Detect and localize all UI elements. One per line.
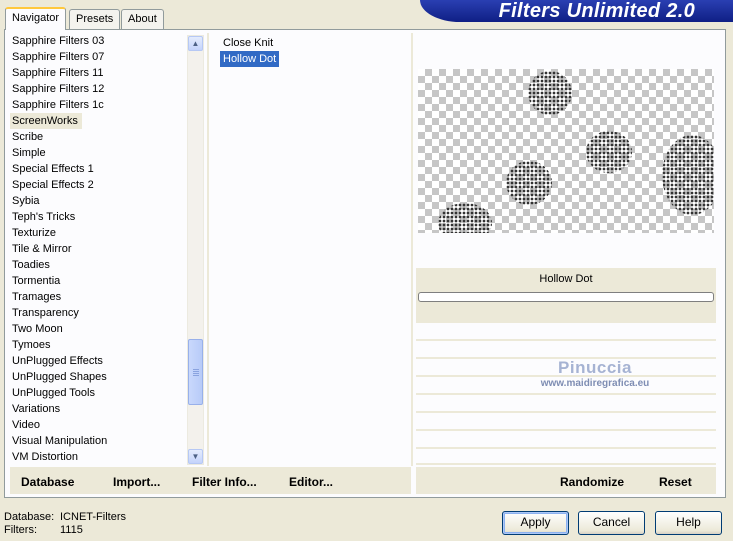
import-button[interactable]: Import... bbox=[113, 475, 160, 489]
category-item[interactable]: Special Effects 1 bbox=[10, 161, 94, 177]
param-row bbox=[416, 360, 716, 377]
filter-info-button[interactable]: Filter Info... bbox=[192, 475, 257, 489]
category-item[interactable]: Sapphire Filters 12 bbox=[10, 81, 104, 97]
category-item[interactable]: Simple bbox=[10, 145, 46, 161]
category-item[interactable]: Sapphire Filters 03 bbox=[10, 33, 104, 49]
category-list[interactable]: Sapphire Filters 03 Sapphire Filters 07 Sa… bbox=[10, 33, 186, 466]
category-item[interactable]: Two Moon bbox=[10, 321, 63, 337]
filters-count-value: 1115 bbox=[60, 524, 83, 536]
tab-navigator[interactable]: Navigator bbox=[5, 7, 67, 30]
category-item[interactable]: Teph's Tricks bbox=[10, 209, 75, 225]
apply-button[interactable]: Apply bbox=[502, 511, 569, 535]
category-item[interactable]: Toadies bbox=[10, 257, 50, 273]
param-row bbox=[416, 324, 716, 341]
category-item[interactable]: Tramages bbox=[10, 289, 61, 305]
param-row bbox=[416, 396, 716, 413]
database-label: Database: bbox=[4, 511, 55, 523]
filter-item[interactable]: Hollow Dot bbox=[220, 51, 280, 67]
category-item[interactable]: Tormentia bbox=[10, 273, 60, 289]
database-value: ICNET-Filters bbox=[60, 511, 126, 523]
param-row bbox=[416, 450, 716, 465]
scroll-up-button[interactable]: ▲ bbox=[188, 36, 203, 51]
category-item[interactable]: Video bbox=[10, 417, 40, 433]
left-toolbar: Database Import... Filter Info... Editor… bbox=[10, 467, 411, 494]
preview-filter-name: Hollow Dot bbox=[539, 273, 593, 285]
category-item[interactable]: Tymoes bbox=[10, 337, 51, 353]
category-item[interactable]: UnPlugged Tools bbox=[10, 385, 95, 401]
editor-button[interactable]: Editor... bbox=[289, 475, 333, 489]
category-scrollbar[interactable]: ▲ ▼ bbox=[187, 35, 204, 465]
preview-area bbox=[416, 35, 716, 265]
category-item[interactable]: UnPlugged Effects bbox=[10, 353, 103, 369]
scroll-down-button[interactable]: ▼ bbox=[188, 449, 203, 464]
category-item[interactable]: Tile & Mirror bbox=[10, 241, 71, 257]
database-button[interactable]: Database bbox=[21, 475, 74, 489]
filter-list[interactable]: Close Knit Hollow Dot bbox=[220, 35, 370, 67]
chevron-down-icon: ▼ bbox=[191, 452, 200, 461]
category-item[interactable]: ScreenWorks bbox=[10, 113, 82, 129]
param-row bbox=[416, 432, 716, 449]
app-banner: Filters Unlimited 2.0 bbox=[420, 0, 733, 22]
category-item[interactable]: Sapphire Filters 11 bbox=[10, 65, 104, 81]
param-row bbox=[416, 378, 716, 395]
divider bbox=[411, 33, 413, 466]
param-row bbox=[416, 342, 716, 359]
scroll-thumb[interactable] bbox=[188, 339, 203, 406]
category-item[interactable]: Sapphire Filters 07 bbox=[10, 49, 104, 65]
category-item[interactable]: UnPlugged Shapes bbox=[10, 369, 107, 385]
filter-name-bar: Hollow Dot bbox=[416, 268, 716, 323]
filters-count-label: Filters: bbox=[4, 524, 37, 536]
cancel-button[interactable]: Cancel bbox=[578, 511, 645, 535]
preview-image bbox=[418, 69, 714, 233]
tab-about[interactable]: About bbox=[121, 9, 164, 29]
app-title: Filters Unlimited 2.0 bbox=[498, 0, 695, 22]
randomize-button[interactable]: Randomize bbox=[560, 475, 624, 489]
filter-item[interactable]: Close Knit bbox=[220, 35, 276, 51]
category-item[interactable]: Scribe bbox=[10, 129, 43, 145]
param-row bbox=[416, 414, 716, 431]
help-button[interactable]: Help bbox=[655, 511, 722, 535]
tab-presets[interactable]: Presets bbox=[69, 9, 121, 29]
category-item[interactable]: Visual Manipulation bbox=[10, 433, 107, 449]
category-item[interactable]: VM Distortion bbox=[10, 449, 78, 465]
category-item[interactable]: Texturize bbox=[10, 225, 56, 241]
category-item[interactable]: Special Effects 2 bbox=[10, 177, 94, 193]
category-item[interactable]: Transparency bbox=[10, 305, 79, 321]
divider bbox=[207, 33, 209, 466]
category-item[interactable]: Sapphire Filters 1c bbox=[10, 97, 104, 113]
category-item[interactable]: Sybia bbox=[10, 193, 40, 209]
progress-bar bbox=[418, 292, 714, 302]
reset-button[interactable]: Reset bbox=[659, 475, 692, 489]
category-item[interactable]: Variations bbox=[10, 401, 60, 417]
chevron-up-icon: ▲ bbox=[191, 39, 200, 48]
right-toolbar: Randomize Reset bbox=[416, 467, 716, 494]
